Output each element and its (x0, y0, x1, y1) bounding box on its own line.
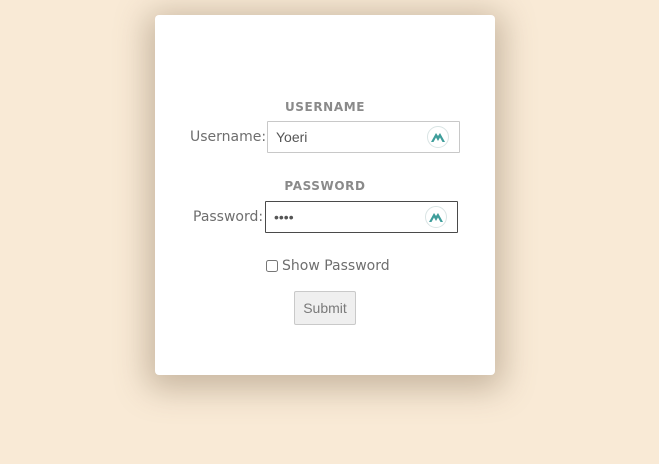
username-field-box[interactable] (267, 121, 460, 153)
login-card: USERNAME Username: PASSWORD Password: Sh… (155, 15, 495, 375)
show-password-toggle[interactable]: Show Password (266, 256, 390, 276)
password-input[interactable] (274, 202, 414, 232)
submit-button[interactable]: Submit (294, 291, 356, 325)
username-input[interactable] (276, 122, 416, 152)
nordpass-autofill-icon[interactable] (425, 206, 447, 228)
show-password-checkbox[interactable] (266, 260, 278, 272)
username-label: Username: (190, 129, 267, 145)
password-heading: PASSWORD (284, 179, 366, 193)
username-heading: USERNAME (284, 100, 366, 114)
nordpass-autofill-icon[interactable] (427, 126, 449, 148)
password-field-box[interactable] (265, 201, 458, 233)
password-label: Password: (193, 209, 264, 225)
show-password-label: Show Password (282, 258, 390, 274)
